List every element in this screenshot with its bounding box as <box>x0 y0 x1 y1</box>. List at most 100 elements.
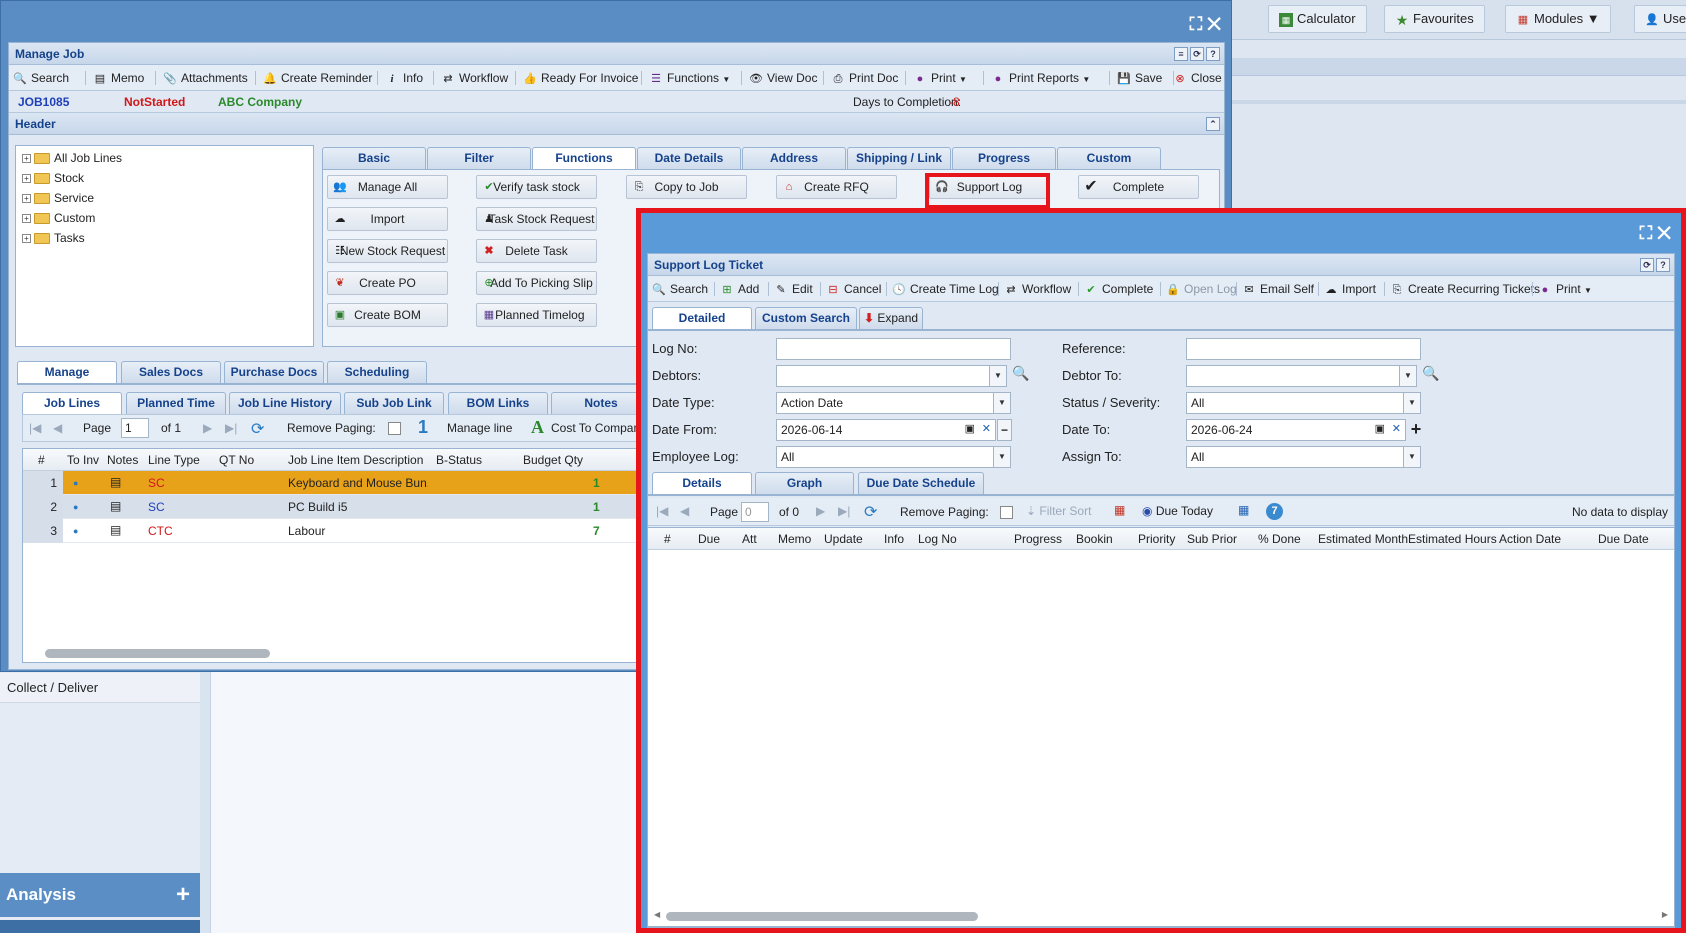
tree-item-stock[interactable]: + Stock <box>16 168 313 188</box>
tree-item-custom[interactable]: + Custom <box>16 208 313 228</box>
search-button[interactable]: 🔍 Search <box>13 69 69 87</box>
tab-date-details[interactable]: Date Details <box>637 147 741 169</box>
tab-sub-job-link[interactable]: Sub Job Link <box>344 392 444 414</box>
attachments-button[interactable]: 📎 Attachments <box>163 69 248 87</box>
memo-button[interactable]: ▤ Memo <box>93 69 145 87</box>
save-button[interactable]: 💾 Save <box>1117 69 1162 87</box>
complete-button[interactable]: ✔ Complete <box>1078 175 1199 199</box>
calendar-icon[interactable]: ▣ <box>1375 422 1385 435</box>
column-header[interactable]: Priority <box>1138 532 1175 546</box>
prev-page-icon[interactable]: ◀ <box>53 421 62 435</box>
date-from-minus-button[interactable]: − <box>997 419 1012 441</box>
create-po-button[interactable]: ❦ Create PO <box>327 271 448 295</box>
filter-sort-button[interactable]: ⇣ Filter Sort <box>1026 504 1091 518</box>
nav-item-collect-deliver[interactable]: Collect / Deliver <box>0 673 200 703</box>
view-doc-button[interactable]: 👁 View Doc <box>749 69 817 87</box>
calculator-button[interactable]: ▦ Calculator <box>1268 5 1367 33</box>
next-page-icon[interactable]: ▶ <box>203 421 212 435</box>
tab-sales-docs[interactable]: Sales Docs <box>121 361 221 383</box>
date-to-plus-button[interactable]: + <box>1407 419 1425 441</box>
last-page-icon[interactable]: ▶| <box>225 421 237 435</box>
column-header[interactable]: Update <box>824 532 863 546</box>
expand-icon[interactable]: + <box>22 174 31 184</box>
new-stock-request-button[interactable]: ☷ New Stock Request <box>327 239 448 263</box>
first-page-icon[interactable]: |◀ <box>656 504 668 518</box>
tree-item-service[interactable]: + Service <box>16 188 313 208</box>
date-type-select[interactable]: Action Date ▼ <box>776 392 1011 414</box>
remove-paging-checkbox[interactable] <box>1000 506 1013 519</box>
plus-icon[interactable]: + <box>176 881 190 909</box>
column-header[interactable]: # <box>664 532 671 546</box>
column-header[interactable]: Estimated Hours <box>1408 532 1497 546</box>
notes-icon[interactable]: ▤ <box>110 499 121 513</box>
chevron-down-icon[interactable]: ▼ <box>993 393 1010 413</box>
column-header[interactable]: To Inv <box>67 453 99 467</box>
help-icon[interactable]: ? <box>1656 258 1670 272</box>
count-badge[interactable]: 7 <box>1266 503 1283 520</box>
ready-for-invoice-button[interactable]: 👍 Ready For Invoice <box>523 69 638 87</box>
tab-basic[interactable]: Basic <box>322 147 426 169</box>
close-icon[interactable]: ✕ <box>1207 14 1221 34</box>
tab-graph[interactable]: Graph <box>755 472 854 494</box>
clear-icon[interactable]: ✕ <box>982 422 991 435</box>
page-input[interactable]: 1 <box>121 418 149 438</box>
debtor-to-search-icon[interactable]: 🔍 <box>1420 365 1442 387</box>
tab-detailed[interactable]: Detailed <box>652 307 752 329</box>
expand-icon[interactable]: + <box>22 154 31 164</box>
print-doc-button[interactable]: ⎙ Print Doc <box>831 69 899 87</box>
email-self-button[interactable]: ✉ Email Self <box>1242 280 1314 298</box>
column-header[interactable]: Progress <box>1014 532 1062 546</box>
remove-paging-checkbox[interactable] <box>388 422 401 435</box>
info-button[interactable]: i Info <box>385 69 423 87</box>
add-button[interactable]: ⊞ Add <box>720 280 759 298</box>
tab-functions[interactable]: Functions <box>532 147 636 169</box>
print-button[interactable]: ● Print ▼ <box>913 69 967 87</box>
refresh-icon[interactable]: ⟳ <box>251 419 264 439</box>
column-header[interactable]: Log No <box>918 532 957 546</box>
expand-icon[interactable]: + <box>22 214 31 224</box>
nav-section-analysis[interactable]: Analysis + <box>0 873 200 917</box>
tab-bom-links[interactable]: BOM Links <box>448 392 548 414</box>
print-reports-button[interactable]: ● Print Reports ▼ <box>991 69 1091 87</box>
tab-custom-search[interactable]: Custom Search <box>755 307 857 329</box>
scroll-left-icon[interactable]: ◀ <box>654 910 660 919</box>
tab-filter[interactable]: Filter <box>427 147 531 169</box>
column-header[interactable]: B-Status <box>436 453 482 467</box>
edit-button[interactable]: ✎ Edit <box>774 280 812 298</box>
tab-details[interactable]: Details <box>652 472 752 494</box>
column-header[interactable]: Action Date <box>1499 532 1561 546</box>
print-button[interactable]: ● Print ▼ <box>1538 280 1592 298</box>
refresh-icon[interactable]: ⟳ <box>1640 258 1654 272</box>
refresh-icon[interactable]: ⟳ <box>864 502 877 522</box>
close-button[interactable]: ⊗ Close <box>1173 69 1221 87</box>
column-header[interactable]: Due <box>698 532 720 546</box>
horizontal-scrollbar[interactable] <box>45 649 270 658</box>
favourites-button[interactable]: ★ Favourites <box>1384 5 1485 33</box>
user-button[interactable]: 👤 Use <box>1634 5 1686 33</box>
column-header[interactable]: # <box>38 453 45 467</box>
create-reminder-button[interactable]: 🔔 Create Reminder <box>263 69 372 87</box>
create-recurring-tickets-button[interactable]: ⎘ Create Recurring Tickets <box>1390 280 1540 298</box>
column-header[interactable]: QT No <box>219 453 254 467</box>
notes-icon[interactable]: ▤ <box>110 475 121 489</box>
calendar-icon[interactable]: ▣ <box>965 422 975 435</box>
delete-task-button[interactable]: ✖ Delete Task <box>476 239 597 263</box>
chevron-down-icon[interactable]: ▼ <box>993 447 1010 467</box>
tab-job-line-history[interactable]: Job Line History <box>229 392 341 414</box>
column-header[interactable]: Due Date <box>1598 532 1649 546</box>
scroll-right-icon[interactable]: ▶ <box>1662 910 1668 919</box>
date-to-input[interactable]: 2026-06-24 ▣ ✕ <box>1186 419 1406 441</box>
column-header[interactable]: Estimated Month <box>1318 532 1408 546</box>
invoice-dot-icon[interactable]: ● <box>73 502 78 512</box>
chevron-down-icon[interactable]: ▼ <box>1403 447 1420 467</box>
tab-custom[interactable]: Custom <box>1057 147 1161 169</box>
invoice-dot-icon[interactable]: ● <box>73 478 78 488</box>
chevron-down-icon[interactable]: ▼ <box>1403 393 1420 413</box>
expand-icon[interactable]: + <box>22 194 31 204</box>
debtors-search-icon[interactable]: 🔍 <box>1010 365 1032 387</box>
last-page-icon[interactable]: ▶| <box>838 504 850 518</box>
page-input[interactable]: 0 <box>741 502 769 522</box>
tab-address[interactable]: Address <box>742 147 846 169</box>
horizontal-scrollbar[interactable] <box>666 912 978 921</box>
help-icon[interactable]: ? <box>1206 47 1220 61</box>
